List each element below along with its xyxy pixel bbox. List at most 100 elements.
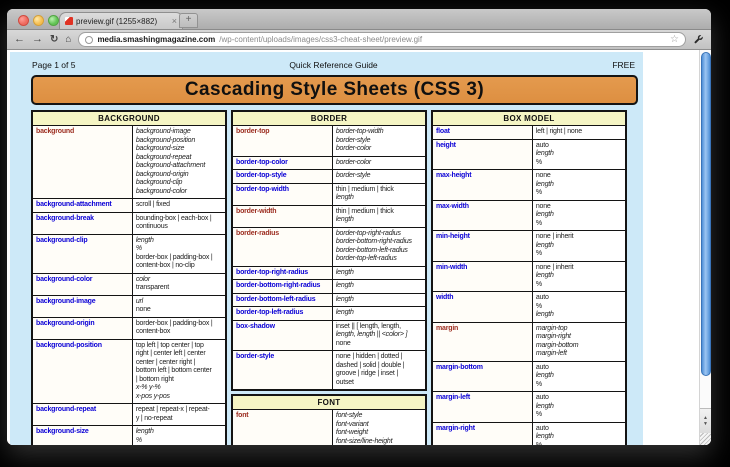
css-property-values: nonelength%	[533, 170, 625, 200]
value-line: font-weight	[336, 429, 422, 438]
reload-icon[interactable]: ↻	[50, 34, 58, 45]
css-property-values: top left | top center | topright | cente…	[133, 340, 225, 404]
table-row: margin-bottomautolength%	[433, 362, 625, 393]
value-line: border-bottom-right-radius	[336, 238, 422, 247]
css-property-name: background-clip	[33, 235, 133, 273]
value-line: %	[536, 381, 622, 390]
value-line: border-style	[336, 137, 422, 146]
window-zoom-button[interactable]	[48, 15, 59, 26]
browser-toolbar: ← → ↻ ⌂ media.smashingmagazine.com /wp-c…	[7, 30, 711, 50]
css-property-values: urlnone	[133, 296, 225, 317]
css-property-values: margin-topmargin-rightmargin-bottommargi…	[533, 323, 625, 361]
table-row: background-sizelength%auto | cover | con…	[33, 426, 225, 445]
css-property-values: length%border-box | padding-box |content…	[133, 235, 225, 273]
value-line: length	[336, 216, 422, 225]
value-line: y | no-repeat	[136, 415, 222, 424]
value-line: length	[536, 181, 622, 190]
css-property-name: margin-right	[433, 423, 533, 446]
value-line: url	[136, 298, 222, 307]
bookmark-star-icon[interactable]: ☆	[670, 34, 679, 45]
forward-icon[interactable]: →	[32, 34, 43, 45]
css-property-name: background-origin	[33, 318, 133, 339]
value-line: background-position	[136, 137, 222, 146]
address-bar[interactable]: media.smashingmagazine.com /wp-content/u…	[78, 32, 686, 47]
css-property-values: autolength%	[533, 423, 625, 446]
value-line: auto	[536, 142, 622, 151]
value-line: none | inherit	[536, 233, 622, 242]
table-row: border-topborder-top-widthborder-stylebo…	[233, 126, 425, 157]
window-titlebar: preview.gif (1255×882) × +	[7, 9, 711, 30]
table-row: widthauto%length	[433, 292, 625, 323]
css-property-values: border-top-widthborder-styleborder-color	[333, 126, 425, 156]
css-property-name: max-width	[433, 201, 533, 231]
value-line: top left | top center | top	[136, 342, 222, 351]
css-property-name: border-bottom-left-radius	[233, 294, 333, 307]
back-icon[interactable]: ←	[14, 34, 25, 45]
value-line: left | right | none	[536, 128, 622, 137]
css-property-name: border-top-color	[233, 157, 333, 170]
css-property-name: border-radius	[233, 228, 333, 266]
value-line: repeat | repeat-x | repeat-	[136, 406, 222, 415]
window-close-button[interactable]	[18, 15, 29, 26]
css-property-values: length	[333, 280, 425, 293]
table-row: background-imageurlnone	[33, 296, 225, 318]
browser-tab[interactable]: preview.gif (1255×882) ×	[59, 12, 183, 29]
value-line: auto	[536, 364, 622, 373]
page-info-icon[interactable]	[85, 36, 93, 44]
value-line: length	[336, 296, 422, 305]
value-line: background-repeat	[136, 154, 222, 163]
value-line: none	[336, 340, 422, 349]
value-line: border-top-width	[336, 128, 422, 137]
table-columns: BACKGROUNDbackgroundbackground-imageback…	[31, 110, 643, 445]
value-line: %	[536, 442, 622, 446]
window-minimize-button[interactable]	[33, 15, 44, 26]
table-section-header: FONT	[233, 396, 425, 410]
value-line: none | inherit	[536, 264, 622, 273]
value-line: border-bottom-left-radius	[336, 247, 422, 256]
scroll-up-icon[interactable]: ▲	[703, 416, 708, 421]
value-line: length	[536, 433, 622, 442]
table-row: background-originborder-box | padding-bo…	[33, 318, 225, 340]
wrench-menu-icon[interactable]	[693, 34, 704, 45]
css-property-name: min-height	[433, 231, 533, 261]
css-property-values: scroll | fixed	[133, 199, 225, 212]
home-icon[interactable]: ⌂	[65, 34, 71, 45]
value-line: auto	[536, 394, 622, 403]
cheatsheet-image[interactable]: Page 1 of 5 Quick Reference Guide FREE C…	[10, 52, 643, 445]
new-tab-button[interactable]: +	[179, 13, 198, 28]
value-line: %	[536, 159, 622, 168]
css-property-values: border-style	[333, 170, 425, 183]
table-column-1: BACKGROUNDbackgroundbackground-imageback…	[31, 110, 227, 445]
tab-close-icon[interactable]: ×	[172, 17, 177, 26]
table-row: box-shadowinset || [ length, length,leng…	[233, 321, 425, 352]
scrollbar-thumb[interactable]	[701, 52, 711, 376]
vertical-scrollbar[interactable]: ▲ ▼	[699, 50, 711, 445]
scroll-down-icon[interactable]: ▼	[703, 422, 708, 427]
css-property-name: background-position	[33, 340, 133, 404]
css-property-name: width	[433, 292, 533, 322]
table-row: heightautolength%	[433, 140, 625, 171]
table-row: border-top-left-radiuslength	[233, 307, 425, 321]
value-line: color	[136, 276, 222, 285]
value-line: groove | ridge | inset |	[336, 370, 422, 379]
table-column-3: BOX MODELfloatleft | right | noneheighta…	[431, 110, 627, 445]
resize-grip[interactable]	[700, 433, 711, 445]
value-line: length	[536, 372, 622, 381]
css-property-name: border-bottom-right-radius	[233, 280, 333, 293]
table-row: background-repeatrepeat | repeat-x | rep…	[33, 404, 225, 426]
value-line: border-color	[336, 145, 422, 154]
value-line: auto	[536, 294, 622, 303]
css-property-values: background-imagebackground-positionbackg…	[133, 126, 225, 198]
table-row: background-positiontop left | top center…	[33, 340, 225, 405]
value-line: %	[536, 220, 622, 229]
page-number: Page 1 of 5	[32, 60, 183, 70]
css-property-values: nonelength%	[533, 201, 625, 231]
table-row: backgroundbackground-imagebackground-pos…	[33, 126, 225, 199]
value-line: margin-bottom	[536, 342, 622, 351]
free-badge: FREE	[484, 60, 635, 70]
value-line: bottom left | bottom center	[136, 367, 222, 376]
css-property-values: auto%length	[533, 292, 625, 322]
table-row: fontfont-stylefont-variantfont-weightfon…	[233, 410, 425, 445]
css-property-name: border-top	[233, 126, 333, 156]
css-property-name: margin-left	[433, 392, 533, 422]
